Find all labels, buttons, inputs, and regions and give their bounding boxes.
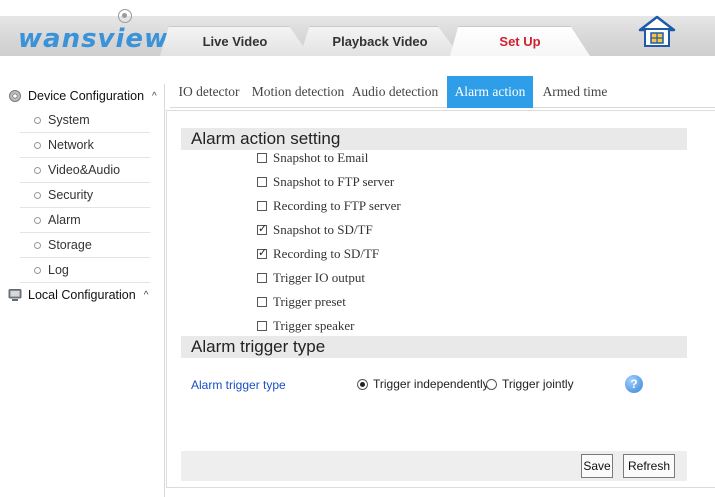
bullet-icon <box>34 141 41 149</box>
checkbox-recording-ftp[interactable]: Recording to FTP server <box>257 196 401 216</box>
radio-button[interactable] <box>357 378 368 390</box>
sidebar-item-label: System <box>48 113 90 127</box>
checkbox-box[interactable] <box>257 153 267 163</box>
sidebar-group-label: Device Configuration <box>28 89 145 103</box>
subtab-motion-detection[interactable]: Motion detection <box>248 76 348 108</box>
sidebar-item-label: Alarm <box>48 213 81 227</box>
tab-set-up[interactable]: Set Up <box>450 26 590 56</box>
logo-text: wansview <box>18 24 170 54</box>
checkbox-trigger-io-output[interactable]: Trigger IO output <box>257 268 365 288</box>
bullet-icon <box>34 266 41 274</box>
checkbox-trigger-speaker[interactable]: Trigger speaker <box>257 316 354 336</box>
checkbox-snapshot-email[interactable]: Snapshot to Email <box>257 148 368 168</box>
tab-set-up-label: Set Up <box>499 33 541 49</box>
radio-label: Trigger jointly <box>502 377 574 391</box>
checkbox-trigger-preset[interactable]: Trigger preset <box>257 292 346 312</box>
tab-live-video[interactable]: Live Video <box>160 26 310 56</box>
sidebar-group-device-configuration[interactable]: Device Configuration ^ <box>5 84 164 108</box>
sidebar-item-alarm[interactable]: Alarm <box>20 208 150 233</box>
checkbox-label: Trigger IO output <box>273 270 365 285</box>
caret-up-icon: ^ <box>152 90 157 102</box>
checkbox-label: Trigger preset <box>273 294 346 309</box>
bullet-icon <box>34 216 41 224</box>
sidebar-item-label: Security <box>48 188 94 202</box>
computer-icon <box>8 289 22 301</box>
subtab-alarm-action[interactable]: Alarm action <box>447 76 533 108</box>
checkbox-box[interactable] <box>257 321 267 331</box>
checkbox-label: Snapshot to SD/TF <box>273 222 373 237</box>
sidebar: Device Configuration ^ System Network Vi… <box>5 84 165 497</box>
settings-panel: Alarm action setting Snapshot to Email S… <box>166 110 715 488</box>
checkbox-label: Snapshot to FTP server <box>273 174 395 189</box>
sidebar-item-log[interactable]: Log <box>20 258 150 283</box>
trigger-type-label: Alarm trigger type <box>191 378 286 392</box>
subtab-audio-detection[interactable]: Audio detection <box>350 76 440 108</box>
checkbox-recording-sd[interactable]: Recording to SD/TF <box>257 244 379 264</box>
sidebar-group-local-configuration[interactable]: Local Configuration ^ <box>5 283 164 307</box>
tab-playback-video-label: Playback Video <box>332 33 428 49</box>
checkbox-box[interactable] <box>257 273 267 283</box>
action-bar: Save Refresh <box>181 451 687 481</box>
sidebar-item-storage[interactable]: Storage <box>20 233 150 258</box>
home-button[interactable] <box>636 14 678 48</box>
sidebar-item-label: Video&Audio <box>48 163 121 177</box>
bullet-icon <box>34 191 41 199</box>
tab-live-video-label: Live Video <box>202 33 268 49</box>
sidebar-group-label: Local Configuration <box>28 288 136 302</box>
radio-trigger-independently[interactable]: Trigger independently <box>357 377 489 391</box>
checkbox-box[interactable] <box>257 177 267 187</box>
radio-trigger-jointly[interactable]: Trigger jointly <box>486 377 574 391</box>
wansview-logo: wansview <box>8 8 168 54</box>
help-icon[interactable]: ? <box>625 375 643 393</box>
top-header: wansview Live Video Playback Video Set U… <box>0 0 715 64</box>
checkbox-label: Recording to FTP server <box>273 198 401 213</box>
checkbox-label: Snapshot to Email <box>273 150 369 165</box>
trigger-type-row: Alarm trigger type Trigger independently… <box>191 375 691 395</box>
tab-playback-video[interactable]: Playback Video <box>300 26 460 56</box>
sidebar-item-label: Storage <box>48 238 92 252</box>
gear-icon <box>9 90 21 102</box>
logo-swirl <box>118 9 132 23</box>
bullet-icon <box>34 116 41 124</box>
checkbox-snapshot-sd[interactable]: Snapshot to SD/TF <box>257 220 373 240</box>
checkbox-box[interactable] <box>257 201 267 211</box>
sidebar-item-video-audio[interactable]: Video&Audio <box>20 158 150 183</box>
refresh-button[interactable]: Refresh <box>623 454 675 478</box>
sidebar-item-system[interactable]: System <box>20 108 150 133</box>
checkbox-label: Recording to SD/TF <box>273 246 380 261</box>
sidebar-item-security[interactable]: Security <box>20 183 150 208</box>
subtab-armed-time[interactable]: Armed time <box>540 76 610 108</box>
radio-label: Trigger independently <box>373 377 489 391</box>
subtab-bar: IO detector Motion detection Audio detec… <box>170 76 715 108</box>
sidebar-item-label: Log <box>48 263 69 277</box>
caret-up-icon: ^ <box>143 289 149 301</box>
checkbox-box[interactable] <box>257 297 267 307</box>
save-button[interactable]: Save <box>581 454 613 478</box>
subtab-io-detector[interactable]: IO detector <box>174 76 244 108</box>
checkbox-snapshot-ftp[interactable]: Snapshot to FTP server <box>257 172 394 192</box>
section-title-alarm-action: Alarm action setting <box>181 128 687 150</box>
home-icon <box>638 15 676 47</box>
bullet-icon <box>34 166 41 174</box>
section-title-alarm-trigger-type: Alarm trigger type <box>181 336 687 358</box>
bullet-icon <box>34 241 41 249</box>
sidebar-item-label: Network <box>48 138 94 152</box>
sidebar-item-network[interactable]: Network <box>20 133 150 158</box>
checkbox-label: Trigger speaker <box>273 318 355 333</box>
radio-button[interactable] <box>486 378 497 390</box>
checkbox-box[interactable] <box>257 222 267 235</box>
checkbox-box[interactable] <box>257 246 267 259</box>
